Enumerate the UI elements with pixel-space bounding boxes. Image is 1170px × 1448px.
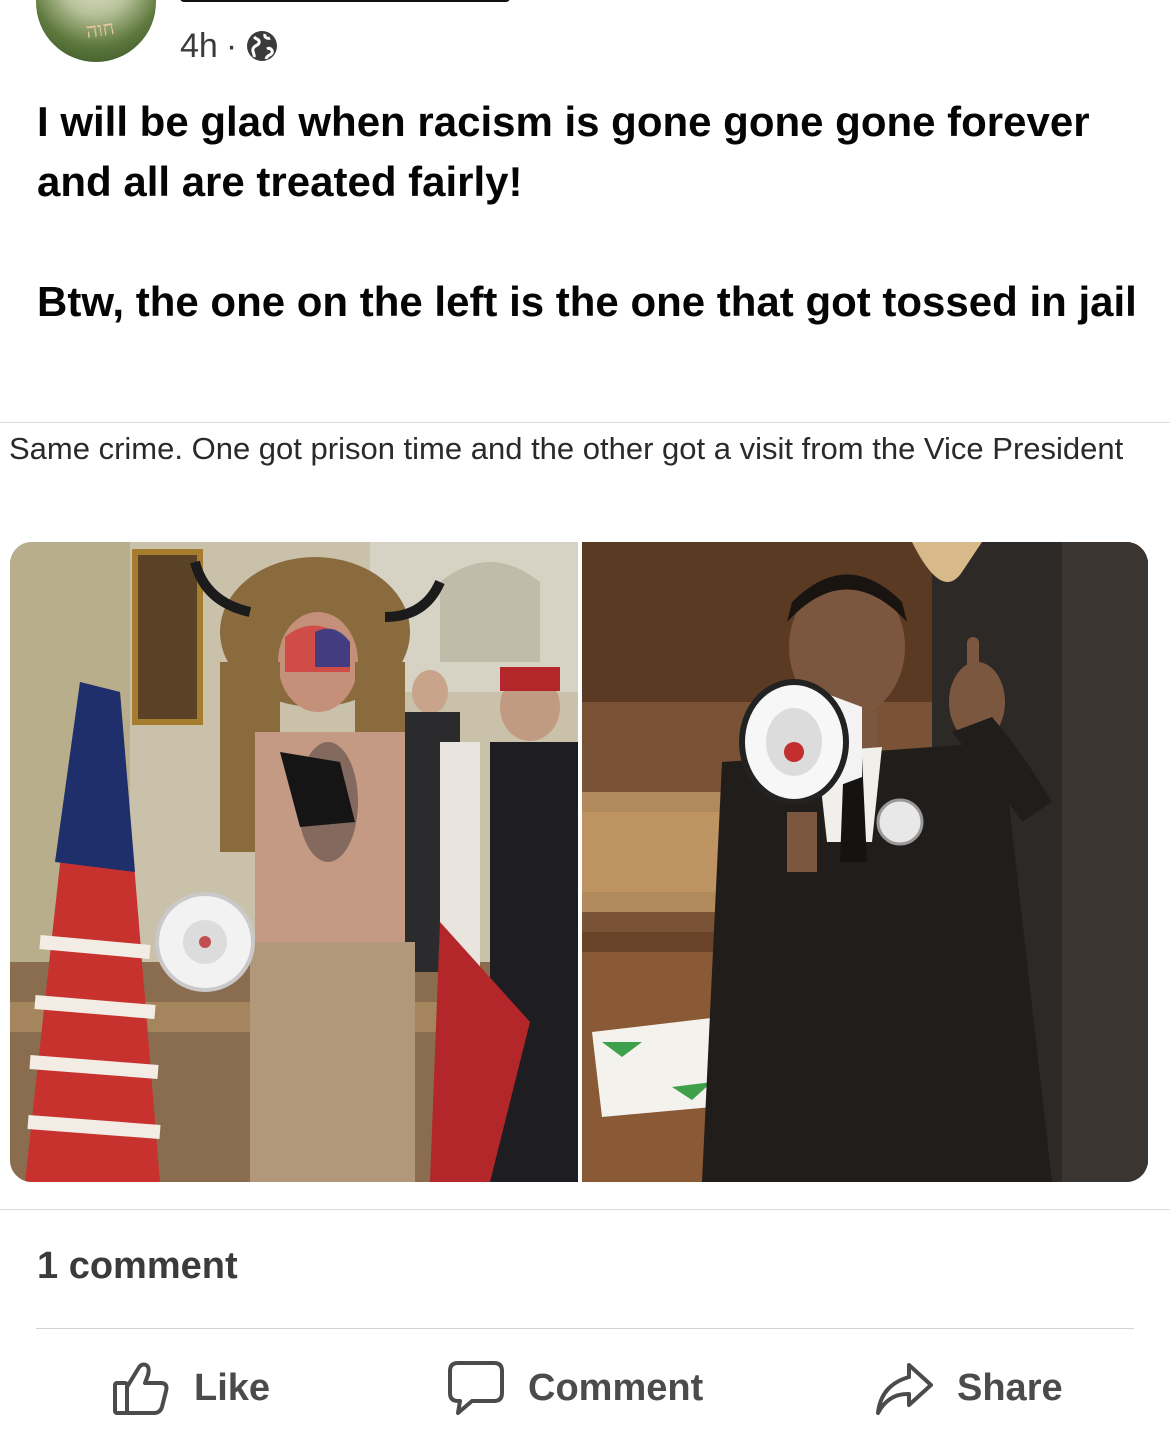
avatar-text: חוה xyxy=(84,15,116,43)
post-text: I will be glad when racism is gone gone … xyxy=(37,92,1137,332)
action-bar: Like Comment Share xyxy=(0,1350,1170,1430)
shared-post-card[interactable]: Same crime. One got prison time and the … xyxy=(0,422,1170,1210)
comment-bubble-icon xyxy=(448,1361,504,1415)
shared-caption: Same crime. One got prison time and the … xyxy=(9,431,1124,466)
share-label: Share xyxy=(957,1366,1063,1409)
avatar[interactable]: חוה xyxy=(36,0,156,62)
share-button[interactable]: Share xyxy=(873,1350,1063,1426)
comment-label: Comment xyxy=(528,1366,704,1409)
shared-photo[interactable] xyxy=(10,542,1148,1182)
comment-count[interactable]: 1 comment xyxy=(37,1245,238,1288)
comment-button[interactable]: Comment xyxy=(446,1350,703,1426)
post-meta: 4h · xyxy=(180,26,279,66)
thumbs-up-icon xyxy=(113,1362,169,1415)
like-button[interactable]: Like xyxy=(110,1350,270,1426)
author-name[interactable] xyxy=(180,0,510,2)
like-label: Like xyxy=(194,1366,271,1409)
post-header: חוה 4h · xyxy=(0,0,1170,80)
post-timestamp[interactable]: 4h xyxy=(180,27,218,66)
photo-right xyxy=(582,542,1148,1182)
share-arrow-icon xyxy=(876,1363,933,1415)
post-paragraph-1: I will be glad when racism is gone gone … xyxy=(37,98,1090,205)
meta-separator: · xyxy=(225,26,238,65)
globe-icon xyxy=(247,31,278,61)
divider xyxy=(36,1328,1134,1329)
photo-left xyxy=(10,542,578,1182)
post-paragraph-2: Btw, the one on the left is the one that… xyxy=(37,278,1137,325)
